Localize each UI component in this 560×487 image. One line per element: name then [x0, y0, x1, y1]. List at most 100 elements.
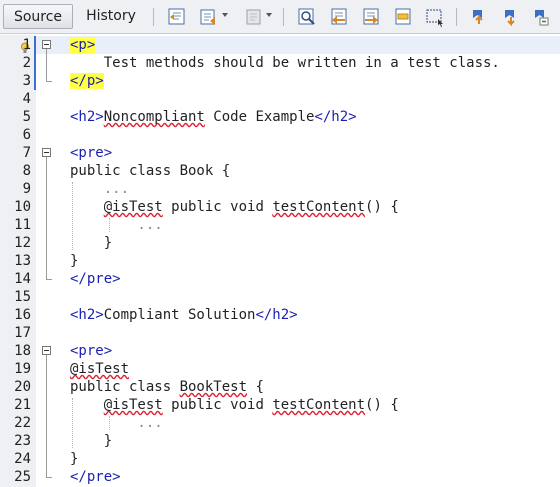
line-number: 20 — [14, 379, 31, 395]
line-number: 12 — [14, 235, 31, 251]
fold-range-end — [46, 279, 52, 280]
code-token: Compliant Solution — [103, 307, 256, 323]
fold-range-line — [46, 157, 47, 279]
line-number: 2 — [22, 55, 31, 71]
forward-dropdown-chevron-icon[interactable] — [266, 13, 272, 17]
code-line[interactable]: </pre> — [70, 270, 121, 288]
code-token: </h2> — [255, 307, 298, 323]
previous-bookmark-icon[interactable] — [468, 6, 490, 28]
code-line[interactable]: ... — [70, 414, 163, 432]
code-token: </p> — [70, 73, 104, 89]
line-number: 6 — [22, 127, 31, 143]
current-line-highlight — [36, 36, 560, 54]
line-number: 25 — [14, 469, 31, 485]
code-token: ... — [70, 181, 130, 197]
find-previous-icon[interactable] — [328, 6, 350, 28]
line-number: 10 — [14, 199, 31, 215]
fold-toggle-pre[interactable] — [42, 148, 51, 157]
code-token: Code Example — [204, 109, 315, 125]
line-number: 19 — [14, 361, 31, 377]
code-token: <p> — [70, 37, 96, 53]
code-token: Test methods should be written in a test… — [70, 55, 500, 71]
line-number: 7 — [22, 145, 31, 161]
fold-range-end — [46, 477, 52, 478]
code-line[interactable]: } — [70, 252, 78, 270]
code-token: testContent — [272, 199, 366, 215]
code-token: } — [70, 253, 79, 269]
code-token: public class — [70, 379, 180, 395]
code-token: Noncompliant — [103, 109, 205, 125]
code-token: </h2> — [314, 109, 357, 125]
code-line[interactable]: Test methods should be written in a test… — [70, 54, 500, 72]
line-number: 11 — [14, 217, 31, 233]
tab-history[interactable]: History — [78, 4, 144, 29]
fold-toggle-pre[interactable] — [42, 346, 51, 355]
code-line[interactable]: <pre> — [70, 144, 112, 162]
code-line[interactable]: </pre> — [70, 468, 121, 486]
find-icon[interactable] — [296, 6, 318, 28]
code-token: <h2> — [70, 307, 104, 323]
code-line[interactable]: @isTest — [70, 360, 129, 378]
code-line[interactable]: @isTest public void testContent() { — [70, 198, 399, 216]
line-number: 23 — [14, 433, 31, 449]
code-line[interactable]: } — [70, 432, 112, 450]
code-editor[interactable]: 1 <p> 2 Test methods should be written in … — [0, 35, 560, 487]
toolbar-separator — [153, 8, 154, 26]
toggle-highlight-icon[interactable] — [392, 6, 414, 28]
code-token: @isTest — [103, 397, 163, 413]
toggle-rectangular-selection-icon[interactable] — [424, 6, 446, 28]
line-number: 21 — [14, 397, 31, 413]
line-number: 17 — [14, 325, 31, 341]
code-line[interactable]: public class BookTest { — [70, 378, 264, 396]
code-line[interactable]: } — [70, 450, 78, 468]
fold-margin — [36, 35, 60, 487]
code-line[interactable]: ... — [70, 180, 129, 198]
back-icon[interactable] — [198, 6, 220, 28]
line-number: 8 — [22, 163, 31, 179]
code-token: ... — [70, 415, 163, 431]
last-edit-icon[interactable] — [166, 6, 188, 28]
code-line[interactable]: public class Book { — [70, 162, 230, 180]
line-number: 3 — [22, 73, 31, 89]
code-token: <pre> — [70, 343, 113, 359]
code-line[interactable]: @isTest public void testContent() { — [70, 396, 399, 414]
line-number: 22 — [14, 415, 31, 431]
forward-icon[interactable] — [243, 6, 265, 28]
fold-toggle-p[interactable] — [42, 40, 51, 49]
find-next-icon[interactable] — [360, 6, 382, 28]
tab-source[interactable]: Source — [3, 4, 73, 29]
code-token: public class Book { — [70, 163, 231, 179]
code-line[interactable]: } — [70, 234, 112, 252]
code-token: BookTest — [179, 379, 248, 395]
code-line[interactable]: <p> — [70, 36, 96, 54]
code-token: <h2> — [70, 109, 104, 125]
code-line[interactable]: <pre> — [70, 342, 112, 360]
line-number: 9 — [22, 181, 31, 197]
back-dropdown-chevron-icon[interactable] — [222, 13, 228, 17]
next-bookmark-icon[interactable] — [500, 6, 522, 28]
code-line[interactable]: </p> — [70, 72, 104, 90]
code-token: () { — [365, 397, 399, 413]
line-number: 18 — [14, 343, 31, 359]
line-number: 13 — [14, 253, 31, 269]
toolbar-separator — [456, 8, 457, 26]
fold-range-end — [46, 81, 52, 82]
toggle-bookmark-icon[interactable] — [530, 6, 552, 28]
editor-toolbar: Source History — [0, 0, 560, 34]
code-token: } — [70, 235, 113, 251]
fold-range-line — [46, 355, 47, 477]
code-line[interactable]: <h2>Noncompliant Code Example</h2> — [70, 108, 357, 126]
code-token: public void — [162, 397, 273, 413]
code-token: @isTest — [70, 361, 130, 377]
indent-guide — [109, 416, 110, 430]
code-line[interactable]: <h2>Compliant Solution</h2> — [70, 306, 298, 324]
code-line[interactable]: ... — [70, 216, 162, 234]
code-token: public void — [162, 199, 273, 215]
line-number: 4 — [22, 91, 31, 107]
code-token: testContent — [272, 397, 366, 413]
code-token: <pre> — [70, 145, 113, 161]
code-token: @isTest — [103, 199, 163, 215]
line-number: 15 — [14, 289, 31, 305]
